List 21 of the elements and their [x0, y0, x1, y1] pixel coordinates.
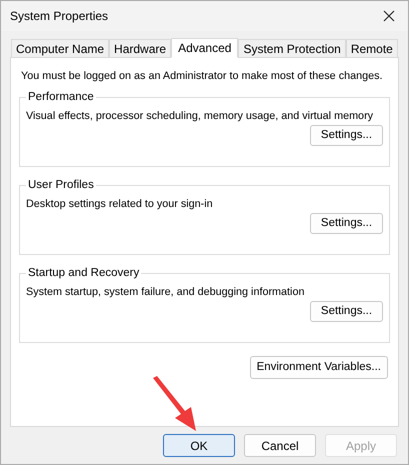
- tab[interactable]: System Protection: [238, 39, 346, 57]
- dialog-button[interactable]: OK: [163, 434, 235, 457]
- settings-button[interactable]: Settings...: [310, 300, 383, 322]
- group-description: System startup, system failure, and debugging information: [26, 285, 306, 300]
- tab[interactable]: Advanced: [171, 38, 238, 58]
- group-title: Performance: [27, 90, 95, 106]
- tab[interactable]: Hardware: [109, 39, 172, 57]
- admin-notice: You must be logged on as an Administrator to make most of these changes.: [20, 69, 384, 84]
- settings-button[interactable]: Settings...: [310, 124, 383, 146]
- environment-variables-button[interactable]: Environment Variables...: [250, 356, 388, 380]
- group-title: User Profiles: [27, 178, 95, 194]
- dialog-button[interactable]: Cancel: [244, 434, 316, 457]
- group-description: Visual effects, processor scheduling, memory usage, and virtual memory: [26, 109, 374, 124]
- window-title: System Properties: [10, 8, 108, 25]
- settings-button[interactable]: Settings...: [310, 212, 383, 234]
- tab[interactable]: Remote: [346, 39, 398, 57]
- close-icon: [383, 10, 395, 22]
- group-title: Startup and Recovery: [27, 266, 140, 282]
- group-description: Desktop settings related to your sign-in: [26, 197, 214, 212]
- tab[interactable]: Computer Name: [11, 39, 110, 57]
- arrow-drawing: [151, 376, 198, 433]
